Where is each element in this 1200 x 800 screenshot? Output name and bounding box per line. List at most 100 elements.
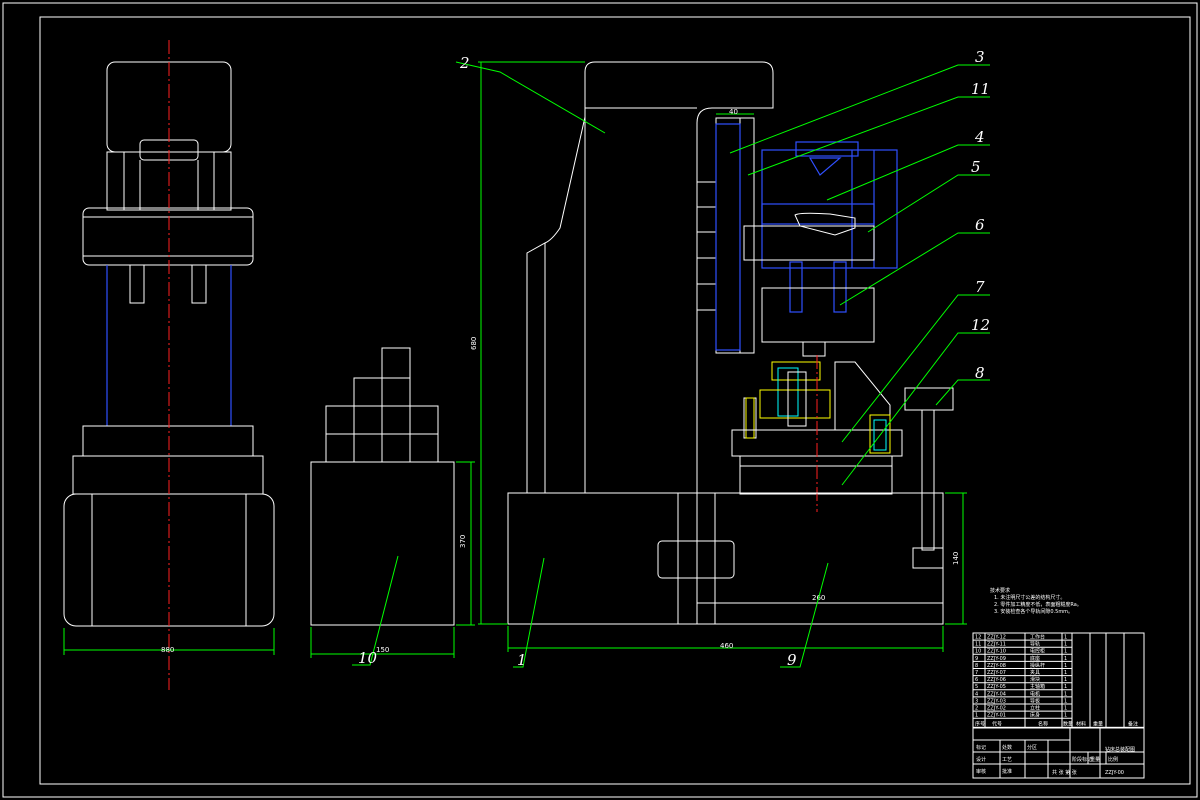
main-machine: 680 460 140 260 40 (470, 61, 967, 652)
notes-line-1: 1. 未注明尺寸公差的结构尺寸。 (994, 594, 1065, 601)
parts-cell-qty: 1 (1064, 713, 1067, 719)
parts-cell-name: 滑块 (1030, 676, 1040, 683)
parts-cell-no: 12 (975, 635, 981, 641)
parts-cell-no: 7 (975, 670, 978, 676)
label-11: 11 (971, 80, 990, 98)
parts-header-qty: 数量 (1063, 720, 1073, 727)
label-10: 10 (358, 649, 378, 667)
parts-cell-name: 床身 (1030, 712, 1040, 719)
tb-scale: 比例 (1108, 756, 1118, 763)
tb-stage: 阶段标记 (1072, 756, 1092, 763)
parts-cell-name: 立柱 (1030, 705, 1040, 712)
parts-cell-name: 夹具 (1030, 669, 1040, 676)
side-view: 880 (63, 40, 275, 690)
tb-row-mark: 标记 (976, 744, 986, 751)
label-6: 6 (975, 216, 985, 234)
label-12: 12 (971, 316, 990, 334)
parts-header-remark: 备注 (1128, 720, 1138, 727)
parts-cell-code: ZZJY-09 (987, 656, 1006, 662)
parts-cell-name: 操纵杆 (1030, 662, 1045, 669)
drawing-number: ZZJY-00 (1105, 770, 1124, 776)
parts-cell-qty: 1 (1064, 642, 1067, 648)
parts-cell-qty: 1 (1064, 670, 1067, 676)
parts-cell-code: ZZJY-07 (987, 670, 1006, 676)
parts-cell-code: ZZJY-03 (987, 698, 1006, 704)
dim-base-width: 460 (720, 642, 733, 650)
parts-cell-name: 电控柜 (1030, 648, 1045, 655)
parts-cell-qty: 1 (1064, 635, 1067, 641)
dim-left-width: 880 (161, 646, 174, 654)
drawing-title: 钻床总装配图 (1105, 746, 1135, 753)
parts-header-no: 序号 (975, 720, 985, 727)
control-cabinet: 150 370 (310, 347, 475, 658)
parts-cell-code: ZZJY-10 (987, 649, 1006, 655)
parts-cell-no: 3 (975, 698, 978, 704)
notes-line-2: 2. 零件加工精度不低，表面粗糙度Ra。 (994, 601, 1082, 608)
parts-cell-no: 1 (975, 713, 978, 719)
parts-cell-code: ZZJY-08 (987, 663, 1006, 669)
parts-cell-no: 8 (975, 663, 978, 669)
leader-lines (352, 61, 990, 668)
label-1: 1 (517, 651, 527, 669)
tb-weight: 重量 (1090, 756, 1100, 763)
parts-header-name: 名称 (1038, 720, 1048, 727)
parts-cell-name: 底座 (1030, 655, 1040, 662)
parts-cell-no: 2 (975, 706, 978, 712)
parts-cell-qty: 1 (1064, 663, 1067, 669)
part-labels: 1 2 3 4 5 6 7 8 9 10 11 12 (358, 48, 990, 669)
tb-role-design: 设计 (976, 756, 986, 763)
label-2: 2 (459, 54, 470, 72)
parts-cell-name: 主轴箱 (1030, 683, 1045, 690)
notes-line-3: 3. 安装检查各个导轨间隙0.5mm。 (994, 608, 1073, 615)
parts-cell-name: 导板 (1030, 697, 1040, 704)
label-5: 5 (971, 158, 981, 176)
parts-cell-no: 4 (975, 691, 978, 697)
parts-header-code: 代号 (992, 720, 1002, 727)
title-block: 钻床总装配图 ZZJY-00 标记 处数 分区 设计 审核 工艺 批准 阶段标记… (972, 727, 1145, 779)
parts-cell-code: ZZJY-05 (987, 684, 1006, 690)
parts-cell-qty: 1 (1064, 691, 1067, 697)
label-8: 8 (975, 364, 985, 382)
parts-cell-no: 9 (975, 656, 978, 662)
dim-box-height: 370 (459, 535, 467, 548)
dim-slide-width: 40 (729, 108, 738, 116)
parts-cell-no: 10 (975, 649, 981, 655)
parts-cell-qty: 1 (1064, 698, 1067, 704)
label-3: 3 (975, 48, 985, 66)
notes-title: 技术要求 (990, 587, 1010, 594)
parts-list: 12 ZZJY-12 工作台 111 ZZJY-11 导轨 110 ZZJY-10 电控柜 19 Z… (972, 632, 1145, 728)
label-9: 9 (787, 651, 797, 669)
parts-cell-name: 工作台 (1030, 634, 1045, 641)
technical-notes: 技术要求 1. 未注明尺寸公差的结构尺寸。 2. 零件加工精度不低，表面粗糙度R… (990, 587, 1082, 615)
parts-cell-qty: 1 (1064, 684, 1067, 690)
parts-cell-name: 导轨 (1030, 641, 1040, 648)
parts-cell-no: 11 (975, 642, 981, 648)
outer-frame (2, 2, 1198, 798)
dim-box-width: 150 (376, 646, 389, 654)
tb-sheet: 共 张 第 张 (1052, 769, 1077, 776)
tb-role-review: 审核 (976, 768, 986, 775)
dim-base-height: 140 (952, 552, 960, 565)
parts-cell-code: ZZJY-04 (987, 691, 1006, 697)
label-4: 4 (974, 128, 985, 146)
tb-row-zone: 分区 (1027, 744, 1037, 751)
parts-header-material: 材料 (1076, 720, 1086, 727)
parts-cell-code: ZZJY-11 (987, 642, 1006, 648)
parts-cell-code: ZZJY-12 (987, 635, 1006, 641)
tb-role-approve: 批准 (1002, 768, 1012, 775)
cad-drawing: 880 150 370 680 460 140 260 40 1 2 3 4 5… (2, 2, 1198, 798)
parts-cell-code: ZZJY-01 (987, 713, 1006, 719)
tb-role-process: 工艺 (1002, 757, 1012, 763)
label-7: 7 (975, 278, 985, 296)
tb-row-count: 处数 (1002, 744, 1012, 751)
parts-cell-name: 电机 (1030, 690, 1040, 697)
parts-cell-code: ZZJY-06 (987, 677, 1006, 683)
parts-cell-qty: 1 (1064, 706, 1067, 712)
parts-cell-code: ZZJY-02 (987, 706, 1006, 712)
parts-cell-no: 6 (975, 677, 978, 683)
dim-total-height: 680 (470, 337, 478, 350)
parts-cell-qty: 1 (1064, 649, 1067, 655)
parts-header-weight: 重量 (1093, 720, 1103, 727)
parts-cell-qty: 1 (1064, 677, 1067, 683)
parts-cell-no: 5 (975, 684, 978, 690)
